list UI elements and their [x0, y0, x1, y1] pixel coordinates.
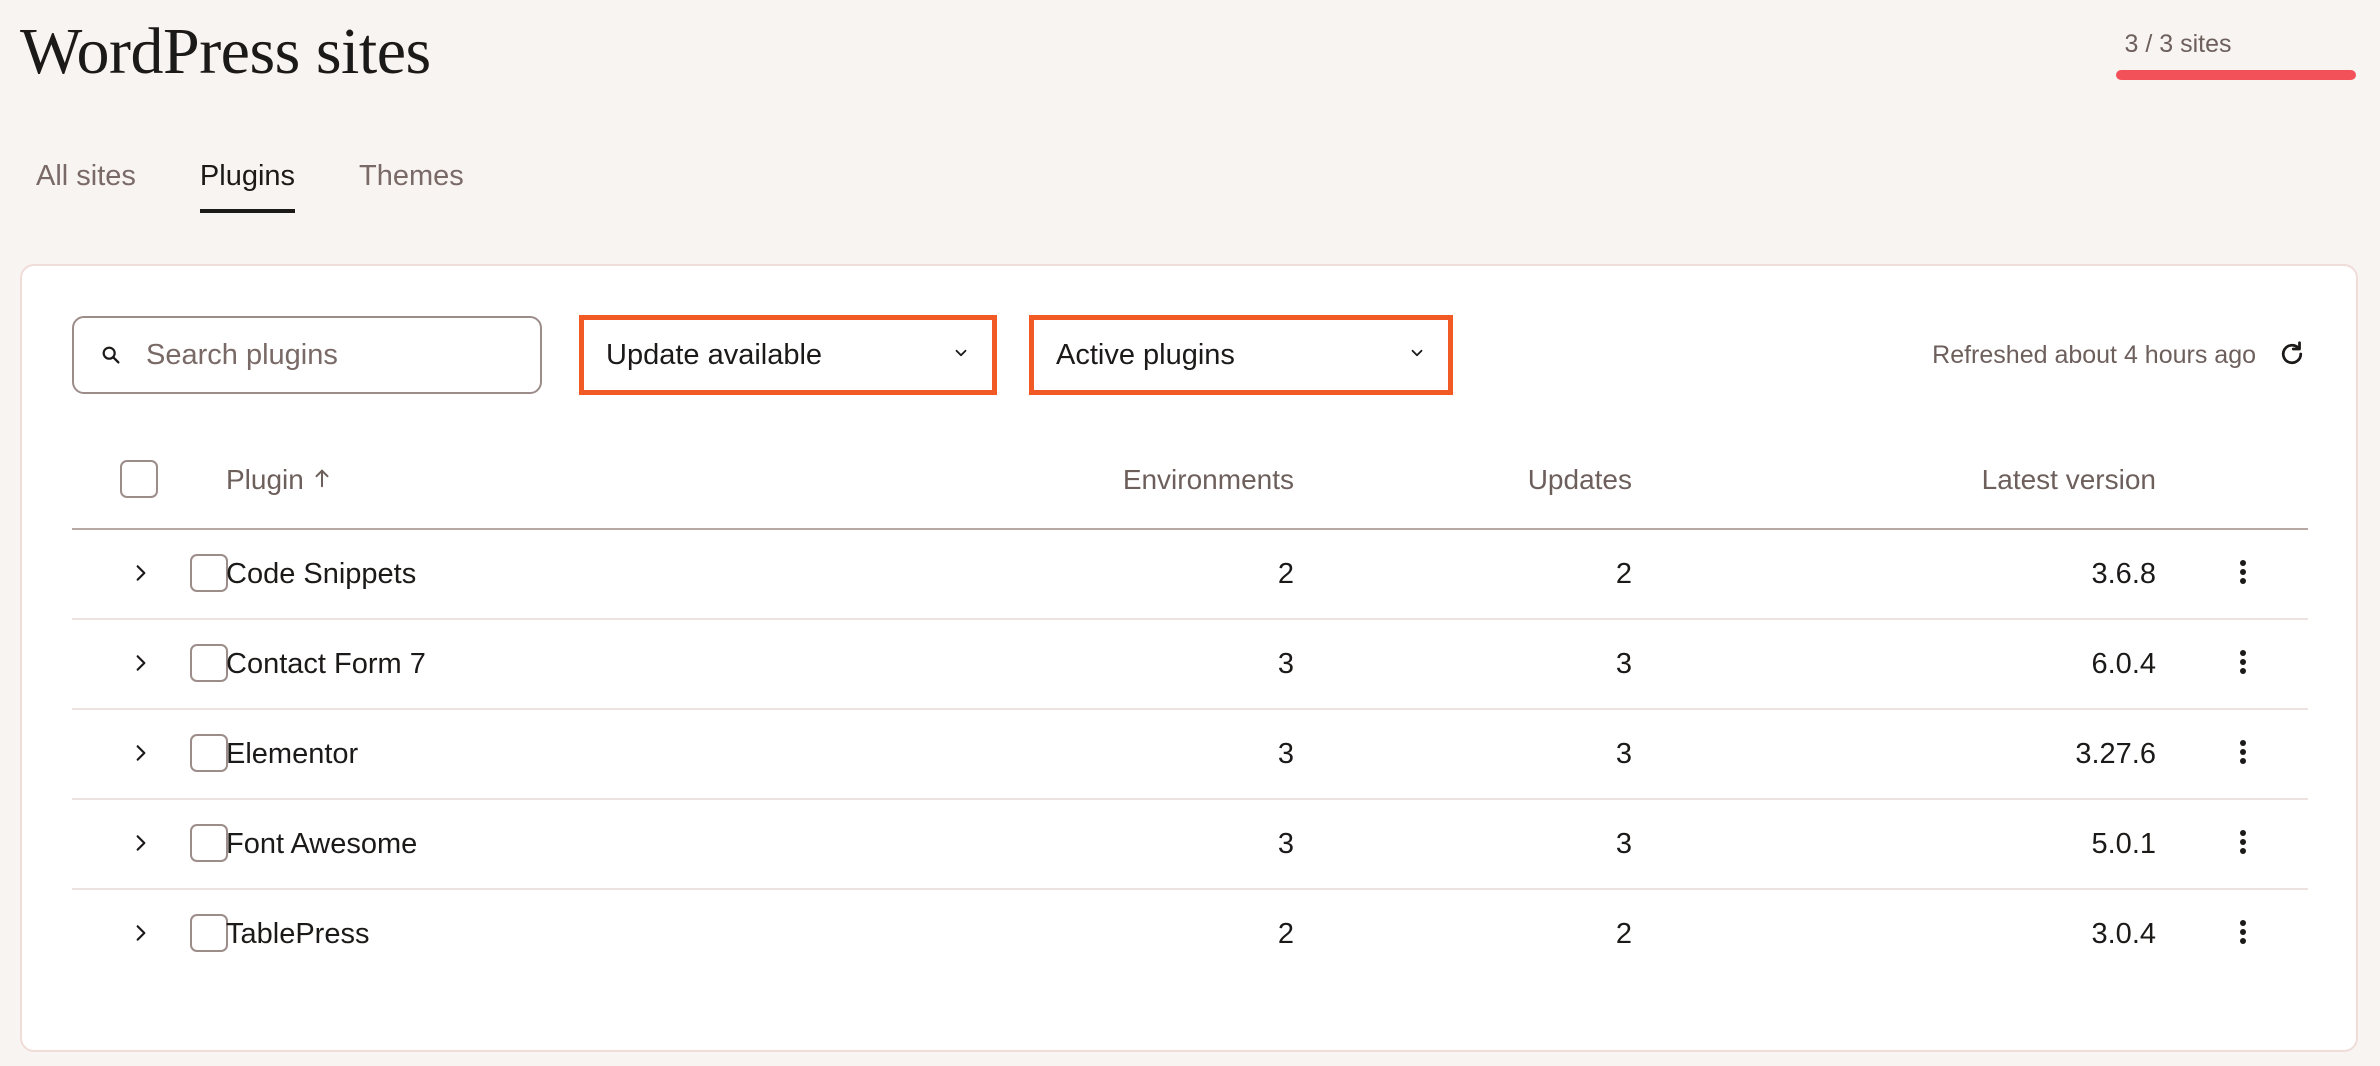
- more-actions-icon[interactable]: [2228, 912, 2258, 952]
- row-checkbox[interactable]: [190, 734, 228, 772]
- table-body: Code Snippets 2 2 3.6.8 Contact Form 7 3…: [72, 530, 2308, 978]
- plugin-name: Elementor: [226, 738, 359, 770]
- chevron-right-icon[interactable]: [126, 918, 156, 948]
- more-actions-icon[interactable]: [2228, 732, 2258, 772]
- chevron-right-icon[interactable]: [126, 828, 156, 858]
- plugins-table: Plugin Environments Updates Latest versi…: [72, 432, 2308, 978]
- updates-count: 2: [1615, 558, 1632, 590]
- plugin-name: Font Awesome: [226, 828, 418, 860]
- tab-bar: All sites Plugins Themes: [36, 160, 464, 213]
- chevron-right-icon[interactable]: [126, 648, 156, 678]
- refresh-icon: [2277, 339, 2307, 374]
- row-checkbox[interactable]: [190, 824, 228, 862]
- tab-plugins[interactable]: Plugins: [199, 160, 296, 213]
- activity-filter-value: Active plugins: [1056, 338, 1235, 371]
- column-header-environments[interactable]: Environments: [1123, 464, 1294, 496]
- chevron-down-icon: [952, 344, 970, 367]
- column-header-latest-version[interactable]: Latest version: [1982, 464, 2156, 496]
- table-row: Contact Form 7 3 3 6.0.4: [72, 620, 2308, 710]
- status-filter-value: Update available: [606, 338, 823, 371]
- row-checkbox[interactable]: [190, 914, 228, 952]
- updates-count: 3: [1615, 648, 1632, 680]
- plugins-panel: Update available Active plugins Refreshe…: [20, 264, 2358, 1052]
- environments-count: 3: [1277, 828, 1294, 860]
- latest-version: 3.27.6: [2075, 738, 2156, 770]
- chevron-right-icon[interactable]: [126, 558, 156, 588]
- latest-version: 5.0.1: [2091, 828, 2157, 860]
- latest-version: 3.0.4: [2091, 918, 2157, 950]
- table-row: Font Awesome 3 3 5.0.1: [72, 800, 2308, 890]
- environments-count: 2: [1277, 918, 1294, 950]
- tab-all-sites[interactable]: All sites: [36, 160, 136, 209]
- updates-count: 3: [1615, 738, 1632, 770]
- column-header-updates[interactable]: Updates: [1528, 464, 1632, 496]
- status-filter-dropdown[interactable]: Update available: [579, 315, 997, 395]
- more-actions-icon[interactable]: [2228, 822, 2258, 862]
- environments-count: 3: [1277, 648, 1294, 680]
- row-checkbox[interactable]: [190, 554, 228, 592]
- updates-count: 2: [1615, 918, 1632, 950]
- select-all-checkbox[interactable]: [120, 460, 158, 498]
- table-row: Code Snippets 2 2 3.6.8: [72, 530, 2308, 620]
- more-actions-icon[interactable]: [2228, 552, 2258, 592]
- refreshed-timestamp: Refreshed about 4 hours ago: [1932, 341, 2256, 369]
- environments-count: 3: [1277, 738, 1294, 770]
- latest-version: 6.0.4: [2091, 648, 2157, 680]
- more-actions-icon[interactable]: [2228, 642, 2258, 682]
- chevron-down-icon: [1408, 344, 1426, 367]
- row-checkbox[interactable]: [190, 644, 228, 682]
- column-header-plugin[interactable]: Plugin: [226, 464, 332, 496]
- latest-version: 3.6.8: [2091, 558, 2157, 590]
- table-row: Elementor 3 3 3.27.6: [72, 710, 2308, 800]
- site-count-label: 3 / 3 sites: [2124, 30, 2232, 58]
- plugin-name: Contact Form 7: [226, 648, 426, 680]
- search-input[interactable]: [144, 337, 528, 373]
- table-row: TablePress 2 2 3.0.4: [72, 890, 2308, 978]
- site-count-progress-bar: [2116, 70, 2356, 80]
- search-icon: [100, 344, 134, 366]
- arrow-up-icon: [312, 464, 332, 496]
- plugin-name: TablePress: [226, 918, 370, 950]
- search-box[interactable]: [72, 316, 542, 394]
- page-title: WordPress sites: [20, 15, 431, 88]
- updates-count: 3: [1615, 828, 1632, 860]
- activity-filter-dropdown[interactable]: Active plugins: [1029, 315, 1453, 395]
- plugin-name: Code Snippets: [226, 558, 417, 590]
- table-header: Plugin Environments Updates Latest versi…: [72, 432, 2308, 530]
- refresh-button[interactable]: [2272, 336, 2312, 376]
- chevron-right-icon[interactable]: [126, 738, 156, 768]
- column-label-plugin: Plugin: [226, 464, 304, 495]
- tab-themes[interactable]: Themes: [359, 160, 464, 209]
- environments-count: 2: [1277, 558, 1294, 590]
